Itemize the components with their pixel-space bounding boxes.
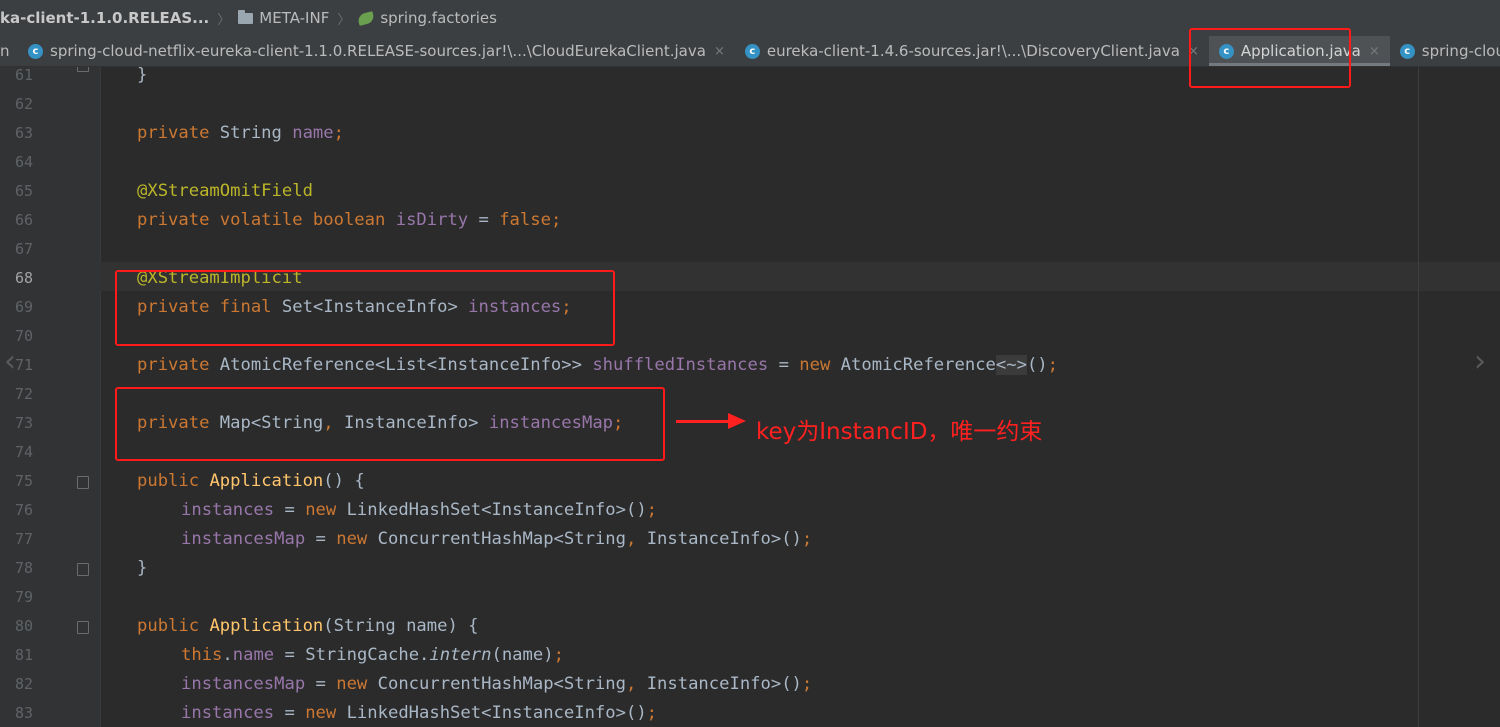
code-line: 83 instances = new LinkedHashSet<Instanc… <box>0 699 1500 727</box>
code-line: 71 private AtomicReference<List<Instance… <box>0 351 1500 380</box>
line-number: 72 <box>14 385 33 403</box>
tab-cloud-eureka-client[interactable]: c spring-cloud-netflix-eureka-client-1.1… <box>18 36 735 66</box>
annotation-arrow <box>676 420 732 423</box>
highlight-box-instances-map <box>115 387 665 461</box>
line-number: 79 <box>14 588 33 606</box>
java-class-icon: c <box>744 43 760 59</box>
line-number: 65 <box>14 182 33 200</box>
code-line: 79 <box>0 583 1500 612</box>
code-text: public Application(String name) { <box>137 616 479 636</box>
fold-marker-icon[interactable] <box>77 563 89 576</box>
code-line: 66 private volatile boolean isDirty = fa… <box>0 206 1500 235</box>
code-line: 67 <box>0 235 1500 264</box>
fold-marker-icon[interactable] <box>77 621 89 634</box>
code-line: 62 <box>0 90 1500 119</box>
line-number: 68 <box>14 269 33 287</box>
line-number: 78 <box>14 559 33 577</box>
folder-icon <box>238 9 254 24</box>
tab-label: eureka-client-1.4.6-sources.jar!\...\Dis… <box>766 42 1180 60</box>
code-line: 82 instancesMap = new ConcurrentHashMap<… <box>0 670 1500 699</box>
fold-marker-icon[interactable] <box>77 476 89 489</box>
tab-spring-cloud[interactable]: c spring-cloud-n <box>1390 36 1500 66</box>
java-class-icon: c <box>28 43 43 59</box>
fold-marker-icon[interactable] <box>77 67 89 72</box>
line-number: 77 <box>14 530 33 548</box>
code-line: 64 <box>0 148 1500 177</box>
breadcrumb-separator: 〉 <box>337 12 351 28</box>
line-number: 63 <box>14 124 33 142</box>
breadcrumb-item-module[interactable]: ka-client-1.1.0.RELEAS... <box>0 9 211 27</box>
close-icon[interactable]: × <box>714 44 725 59</box>
code-line: 76 instances = new LinkedHashSet<Instanc… <box>0 496 1500 525</box>
breadcrumb-item-file[interactable]: spring.factories <box>356 9 499 27</box>
code-text: instancesMap = new ConcurrentHashMap<Str… <box>181 529 813 549</box>
arrow-head-icon <box>728 413 746 429</box>
code-line: 78 } <box>0 554 1500 583</box>
line-number: 83 <box>14 704 33 722</box>
tab-overflow-left[interactable]: n <box>0 36 18 66</box>
code-text: this.name = StringCache.intern(name); <box>181 645 564 665</box>
line-number: 61 <box>14 67 33 84</box>
breadcrumb-item-folder[interactable]: META-INF <box>236 9 331 27</box>
code-text: } <box>137 558 148 578</box>
line-number: 76 <box>14 501 33 519</box>
line-number: 82 <box>14 675 33 693</box>
code-line: 80 public Application(String name) { <box>0 612 1500 641</box>
spring-leaf-icon <box>357 10 376 26</box>
highlight-box-tab <box>1189 28 1351 88</box>
code-text: private volatile boolean isDirty = false… <box>137 210 562 230</box>
line-number: 75 <box>14 472 33 490</box>
highlight-box-instances <box>115 270 615 346</box>
code-text: instances = new LinkedHashSet<InstanceIn… <box>181 500 658 520</box>
chevron-left-icon[interactable]: ‹ <box>4 344 16 379</box>
line-number: 64 <box>14 153 33 171</box>
chevron-right-icon[interactable]: › <box>1474 344 1486 379</box>
tab-label: spring-cloud-netflix-eureka-client-1.1.0… <box>50 42 706 60</box>
line-number: 66 <box>14 211 33 229</box>
line-number: 62 <box>14 95 33 113</box>
code-text: } <box>137 67 148 85</box>
line-number: 67 <box>14 240 33 258</box>
breadcrumb-file-label: spring.factories <box>380 9 497 27</box>
code-line: 81 this.name = StringCache.intern(name); <box>0 641 1500 670</box>
line-number: 73 <box>14 414 33 432</box>
annotation-note: key为InstancID，唯一约束 <box>756 419 1043 445</box>
close-icon[interactable]: × <box>1369 44 1380 59</box>
line-number: 81 <box>14 646 33 664</box>
breadcrumb-separator: 〉 <box>217 12 231 28</box>
code-text: private String name; <box>137 123 344 143</box>
line-number: 80 <box>14 617 33 635</box>
code-text: instancesMap = new ConcurrentHashMap<Str… <box>181 674 813 694</box>
code-line: 77 instancesMap = new ConcurrentHashMap<… <box>0 525 1500 554</box>
code-text: @XStreamOmitField <box>137 181 313 201</box>
tab-label: spring-cloud-n <box>1421 42 1500 60</box>
code-text: instances = new LinkedHashSet<InstanceIn… <box>181 703 658 723</box>
breadcrumb-folder-label: META-INF <box>259 9 330 27</box>
code-line: 75 public Application() { <box>0 467 1500 496</box>
code-line: 65 @XStreamOmitField <box>0 177 1500 206</box>
code-text: public Application() { <box>137 471 365 491</box>
java-class-icon: c <box>1399 43 1415 59</box>
line-number: 74 <box>14 443 33 461</box>
code-text: private AtomicReference<List<InstanceInf… <box>137 355 1059 375</box>
tab-discovery-client[interactable]: c eureka-client-1.4.6-sources.jar!\...\D… <box>735 36 1209 66</box>
line-number: 69 <box>14 298 33 316</box>
code-line: 63 private String name; <box>0 119 1500 148</box>
